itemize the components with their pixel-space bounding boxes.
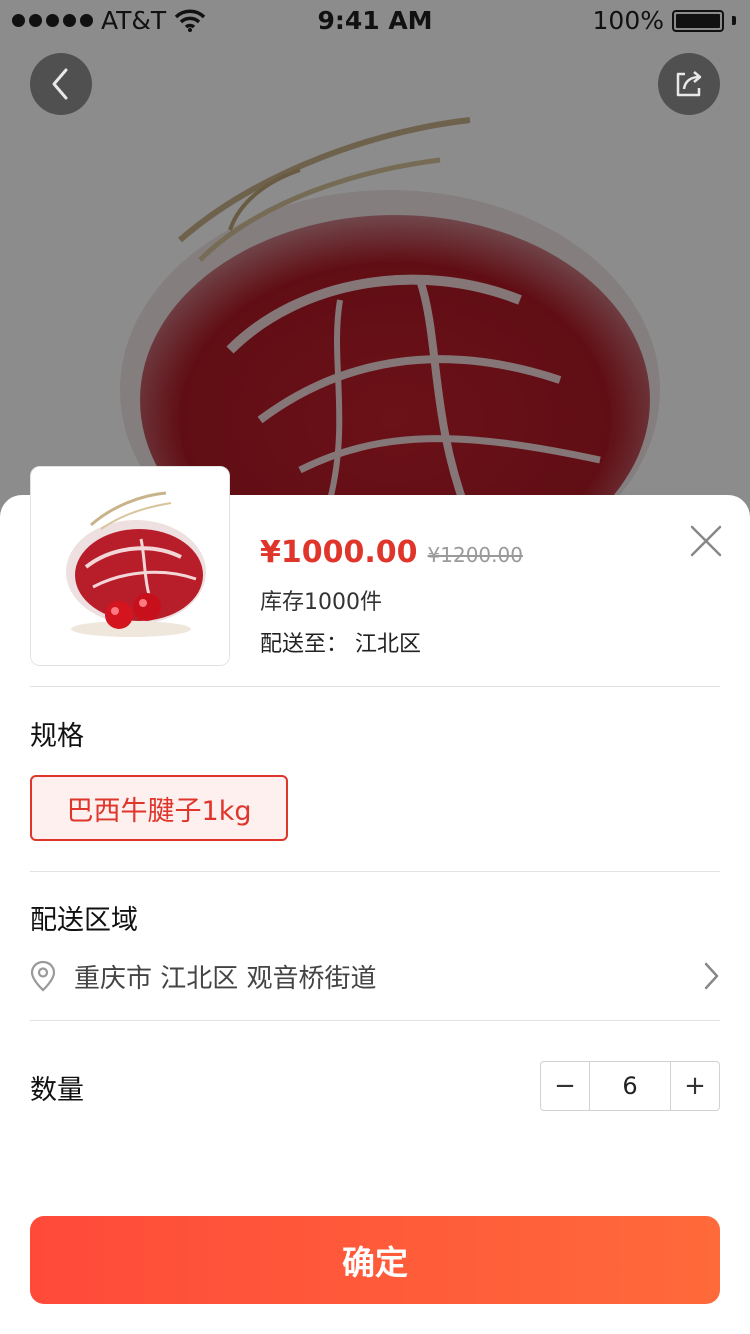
delivery-title: 配送区域 [30,905,138,936]
stock-count: 库存1000件 [260,590,382,615]
status-right: 100% [593,6,736,35]
share-icon [676,71,702,97]
ship-to-label: 配送至： [260,632,349,657]
close-button[interactable] [686,521,726,561]
divider [30,1020,720,1021]
quantity-title: 数量 [30,1075,84,1106]
status-bar: AT&T 9:41 AM 100% [0,0,750,40]
battery-percent: 100% [592,6,664,35]
ship-to: 配送至： 江北区 [260,626,421,658]
share-button[interactable] [658,53,720,115]
product-thumbnail [30,466,230,666]
spec-option-selected[interactable]: 巴西牛腱子1kg [30,775,288,841]
confirm-button[interactable]: 确定 [30,1216,720,1304]
quantity-decrease-button[interactable]: − [541,1062,589,1110]
thumbnail-image [31,467,229,665]
back-button[interactable] [30,53,92,115]
chevron-left-icon [52,68,68,100]
original-price: ¥1200.00 [427,543,523,567]
delivery-address-row[interactable]: 重庆市 江北区 观音桥街道 [30,950,720,1002]
close-icon [690,525,722,557]
battery-icon [672,9,724,32]
quantity-value[interactable]: 6 [589,1062,671,1110]
battery-tip [732,16,736,25]
current-price: ¥1000.00 [260,535,418,570]
divider [30,871,720,872]
divider [30,686,720,687]
screen: AT&T 9:41 AM 100% ¥1000.00 ¥1200.00 库存10… [0,0,750,1334]
quantity-stepper: − 6 + [540,1061,720,1111]
chevron-right-icon [704,962,719,990]
ship-to-value: 江北区 [355,632,422,657]
delivery-address: 重庆市 江北区 观音桥街道 [74,963,377,994]
location-pin-icon [30,960,56,992]
quantity-increase-button[interactable]: + [671,1062,719,1110]
spec-title: 规格 [30,721,84,752]
price-row: ¥1000.00 ¥1200.00 [260,535,523,570]
